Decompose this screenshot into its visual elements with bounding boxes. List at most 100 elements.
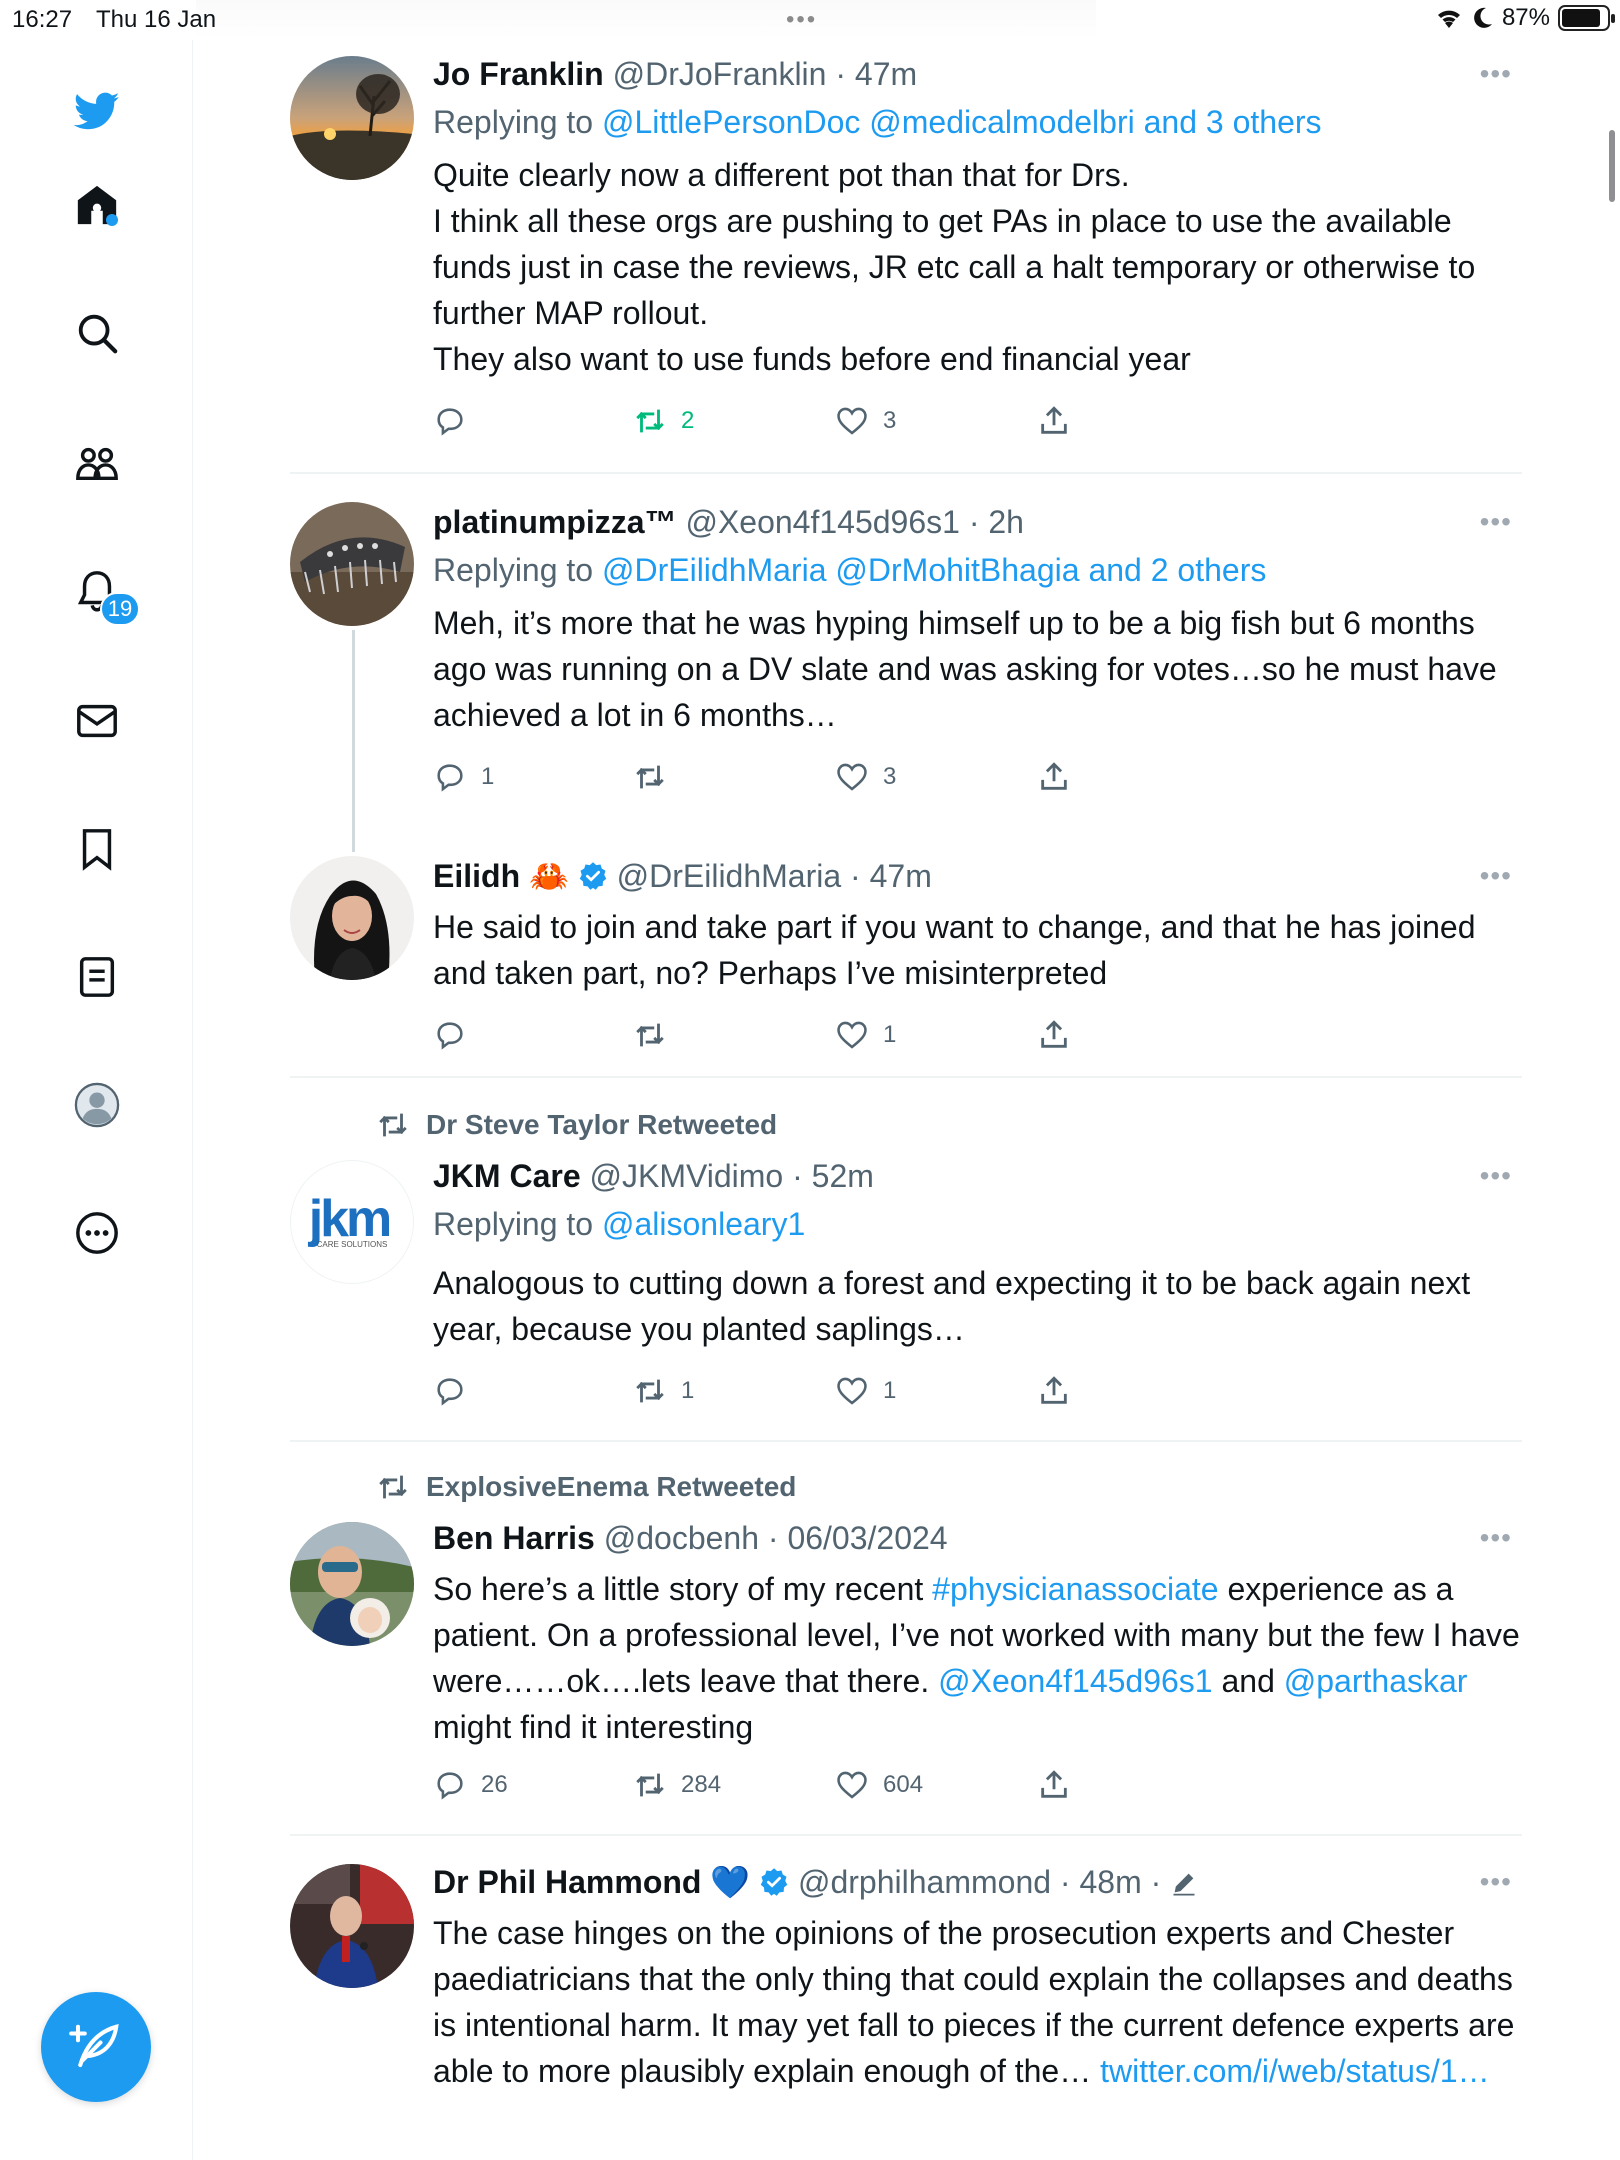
retweet-button[interactable] <box>633 760 681 794</box>
tweet-more-icon[interactable]: ••• <box>1480 506 1512 538</box>
status-bar: 16:27 Thu 16 Jan ••• 87% <box>0 0 1620 40</box>
retweet-count: 2 <box>681 407 695 434</box>
tweet-more-icon[interactable]: ••• <box>1480 1160 1512 1192</box>
search-icon[interactable] <box>72 308 122 358</box>
retweeted-by-text: Dr Steve Taylor Retweeted <box>426 1109 778 1140</box>
retweet-button[interactable]: 1 <box>633 1374 694 1408</box>
tweet-link[interactable]: twitter.com/i/web/status/1… <box>1100 2053 1489 2089</box>
tweet-text: He said to join and take part if you wan… <box>433 909 1476 991</box>
like-button[interactable]: 1 <box>835 1018 896 1052</box>
reply-button[interactable]: 26 <box>433 1768 508 1802</box>
more-icon[interactable] <box>72 1208 122 1258</box>
tweet-content: Dr Phil Hammond 💙 @drphilhammond · 48m ·… <box>433 1862 1522 2094</box>
like-count: 1 <box>883 1021 897 1048</box>
tweet-time[interactable]: · 52m <box>792 1158 874 1194</box>
reply-icon <box>437 1022 463 1050</box>
share-button[interactable] <box>1037 760 1071 794</box>
share-button[interactable] <box>1037 404 1071 438</box>
author-name[interactable]: JKM Care <box>433 1158 581 1194</box>
retweeted-by-text: ExplosiveEnema Retweeted <box>426 1471 797 1502</box>
retweet-count: 1 <box>681 1377 695 1404</box>
author-handle[interactable]: @docbenh <box>604 1520 759 1556</box>
avatar[interactable] <box>290 1522 414 1646</box>
moon-icon <box>1474 7 1492 28</box>
tweet-time[interactable]: · 47m <box>850 858 932 894</box>
reply-button[interactable] <box>433 404 481 438</box>
like-button[interactable]: 3 <box>835 404 896 438</box>
reply-button[interactable] <box>433 1374 481 1408</box>
scroll-indicator[interactable] <box>1609 130 1615 202</box>
author-handle[interactable]: @Xeon4f145d96s1 <box>685 504 959 540</box>
share-icon <box>1041 406 1067 434</box>
hashtag-link[interactable]: #physicianassociate <box>932 1571 1218 1607</box>
author-handle[interactable]: @drphilhammond <box>798 1864 1051 1900</box>
retweeted-by-label[interactable]: Dr Steve Taylor Retweeted <box>376 1108 777 1142</box>
tweet-text: Meh, it’s more that he was hyping himsel… <box>433 605 1497 733</box>
tweet-text: So here’s a little story of my recent #p… <box>433 1566 1522 1750</box>
mention-link[interactable]: @Xeon4f145d96s1 <box>938 1663 1212 1699</box>
lists-icon[interactable] <box>72 952 122 1002</box>
reply-button[interactable]: 1 <box>433 760 494 794</box>
replying-to: Replying to @LittlePersonDoc @medicalmod… <box>433 100 1522 144</box>
replying-to-users[interactable]: @LittlePersonDoc @medicalmodelbri and 3 … <box>602 104 1322 140</box>
share-button[interactable] <box>1037 1018 1071 1052</box>
retweeted-by-label[interactable]: ExplosiveEnema Retweeted <box>376 1470 796 1504</box>
tweet-actions: 1 3 <box>433 760 1522 808</box>
tweet-divider <box>290 1834 1522 1836</box>
tweet-actions: 1 1 <box>433 1374 1522 1422</box>
retweet-button[interactable] <box>633 1018 681 1052</box>
like-button[interactable]: 604 <box>835 1768 923 1802</box>
author-name[interactable]: platinumpizza™ <box>433 504 677 540</box>
messages-icon[interactable] <box>72 696 122 746</box>
tweet-content: JKM Care @JKMVidimo · 52m ••• Replying t… <box>433 1156 1522 1422</box>
share-icon <box>1041 1020 1067 1048</box>
tweet-more-icon[interactable]: ••• <box>1480 58 1512 90</box>
retweet-button[interactable]: 284 <box>633 1768 721 1802</box>
replying-prefix: Replying to <box>433 104 602 140</box>
author-name[interactable]: Ben Harris <box>433 1520 595 1556</box>
avatar[interactable] <box>290 502 414 626</box>
replying-to: Replying to @alisonleary1 <box>433 1202 1522 1246</box>
tweet-header: Ben Harris @docbenh · 06/03/2024 <box>433 1518 1522 1558</box>
compose-tweet-button[interactable] <box>41 1992 151 2102</box>
author-handle[interactable]: @JKMVidimo <box>590 1158 784 1194</box>
retweet-button[interactable]: 2 <box>633 404 694 438</box>
share-button[interactable] <box>1037 1374 1071 1408</box>
tweet-time[interactable]: · 48m · <box>1060 1864 1161 1900</box>
avatar[interactable] <box>290 56 414 180</box>
author-name[interactable]: Dr Phil Hammond <box>433 1864 701 1900</box>
replying-prefix: Replying to <box>433 1206 602 1242</box>
like-button[interactable]: 1 <box>835 1374 896 1408</box>
tweet-more-icon[interactable]: ••• <box>1480 860 1512 892</box>
replying-to-users[interactable]: @DrEilidhMaria @DrMohitBhagia and 2 othe… <box>602 552 1266 588</box>
like-count: 1 <box>883 1377 897 1404</box>
like-button[interactable]: 3 <box>835 760 896 794</box>
twitter-logo-icon[interactable] <box>72 86 122 136</box>
multitasking-dots-icon[interactable]: ••• <box>786 6 817 34</box>
wifi-icon <box>1437 10 1460 28</box>
tweet-time[interactable]: · 2h <box>969 504 1024 540</box>
status-right: 87% <box>1434 4 1615 32</box>
tweet-time[interactable]: · 47m <box>835 56 917 92</box>
bookmarks-icon[interactable] <box>72 824 122 874</box>
tweet-divider <box>290 1076 1522 1078</box>
avatar[interactable] <box>290 1864 414 1988</box>
tweet-time[interactable]: · 06/03/2024 <box>768 1520 948 1556</box>
mention-link[interactable]: @parthaskar <box>1284 1663 1468 1699</box>
tweet-more-icon[interactable]: ••• <box>1480 1522 1512 1554</box>
author-handle[interactable]: @DrJoFranklin <box>613 56 827 92</box>
share-button[interactable] <box>1037 1768 1071 1802</box>
profile-icon[interactable] <box>72 1080 122 1130</box>
replying-to: Replying to @DrEilidhMaria @DrMohitBhagi… <box>433 548 1522 592</box>
communities-icon[interactable] <box>72 438 122 488</box>
author-handle[interactable]: @DrEilidhMaria <box>617 858 842 894</box>
avatar[interactable] <box>290 856 414 980</box>
edited-pencil-icon[interactable] <box>1170 1869 1198 1897</box>
author-name[interactable]: Eilidh <box>433 858 520 894</box>
author-name[interactable]: Jo Franklin <box>433 56 604 92</box>
reply-button[interactable] <box>433 1018 481 1052</box>
avatar[interactable]: jkm CARE SOLUTIONS <box>290 1160 414 1284</box>
reply-count: 1 <box>481 763 495 790</box>
replying-to-users[interactable]: @alisonleary1 <box>602 1206 805 1242</box>
tweet-more-icon[interactable]: ••• <box>1480 1866 1512 1898</box>
